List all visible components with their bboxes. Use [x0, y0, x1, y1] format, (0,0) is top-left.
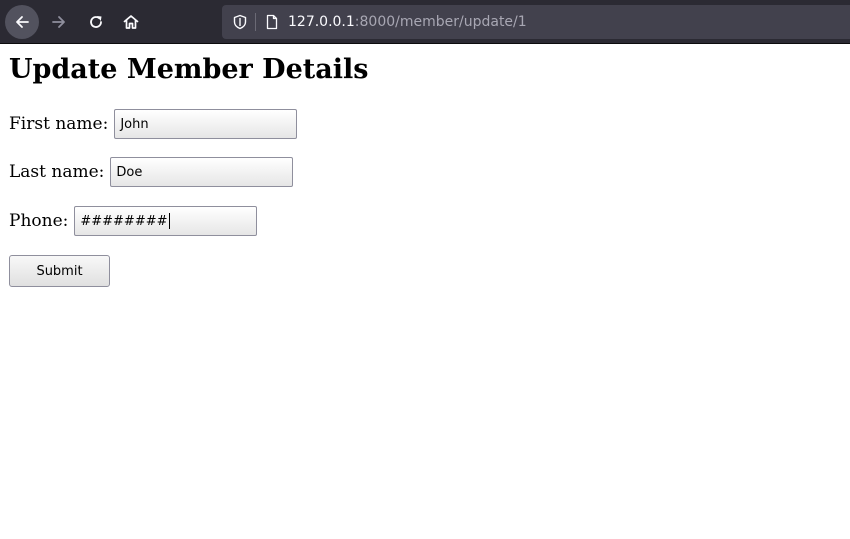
first-name-input[interactable]: John	[114, 109, 298, 139]
text-caret	[168, 213, 170, 229]
phone-row: Phone: ########	[9, 206, 258, 236]
phone-input[interactable]: ########	[74, 206, 258, 236]
phone-value: ########	[80, 213, 168, 229]
first-name-row: First name: John	[9, 109, 298, 139]
phone-label: Phone:	[9, 211, 69, 231]
page-content: Update Member Details First name: John L…	[0, 45, 850, 539]
last-name-input[interactable]: Doe	[110, 157, 294, 187]
url-path: :8000/member/update/1	[354, 14, 527, 30]
address-bar[interactable]: 127.0.0.1:8000/member/update/1	[222, 5, 850, 39]
first-name-label: First name:	[9, 114, 109, 134]
browser-toolbar: 127.0.0.1:8000/member/update/1	[0, 0, 850, 44]
page-icon[interactable]	[264, 14, 280, 30]
page-title: Update Member Details	[9, 54, 369, 85]
arrow-right-icon	[52, 16, 65, 28]
first-name-value: John	[120, 116, 149, 132]
forward-button[interactable]	[42, 5, 76, 39]
last-name-row: Last name: Doe	[9, 157, 294, 187]
submit-button[interactable]: Submit	[9, 255, 110, 287]
last-name-label: Last name:	[9, 162, 105, 182]
last-name-value: Doe	[116, 164, 143, 180]
address-bar-separator	[255, 13, 256, 31]
reload-icon	[90, 16, 102, 28]
home-button[interactable]	[114, 5, 148, 39]
back-button[interactable]	[5, 5, 39, 39]
arrow-left-icon	[16, 16, 29, 28]
home-icon	[123, 15, 139, 29]
shield-icon[interactable]	[232, 14, 248, 30]
reload-button[interactable]	[79, 5, 113, 39]
url-text[interactable]: 127.0.0.1:8000/member/update/1	[288, 13, 527, 31]
url-host: 127.0.0.1	[288, 14, 355, 30]
